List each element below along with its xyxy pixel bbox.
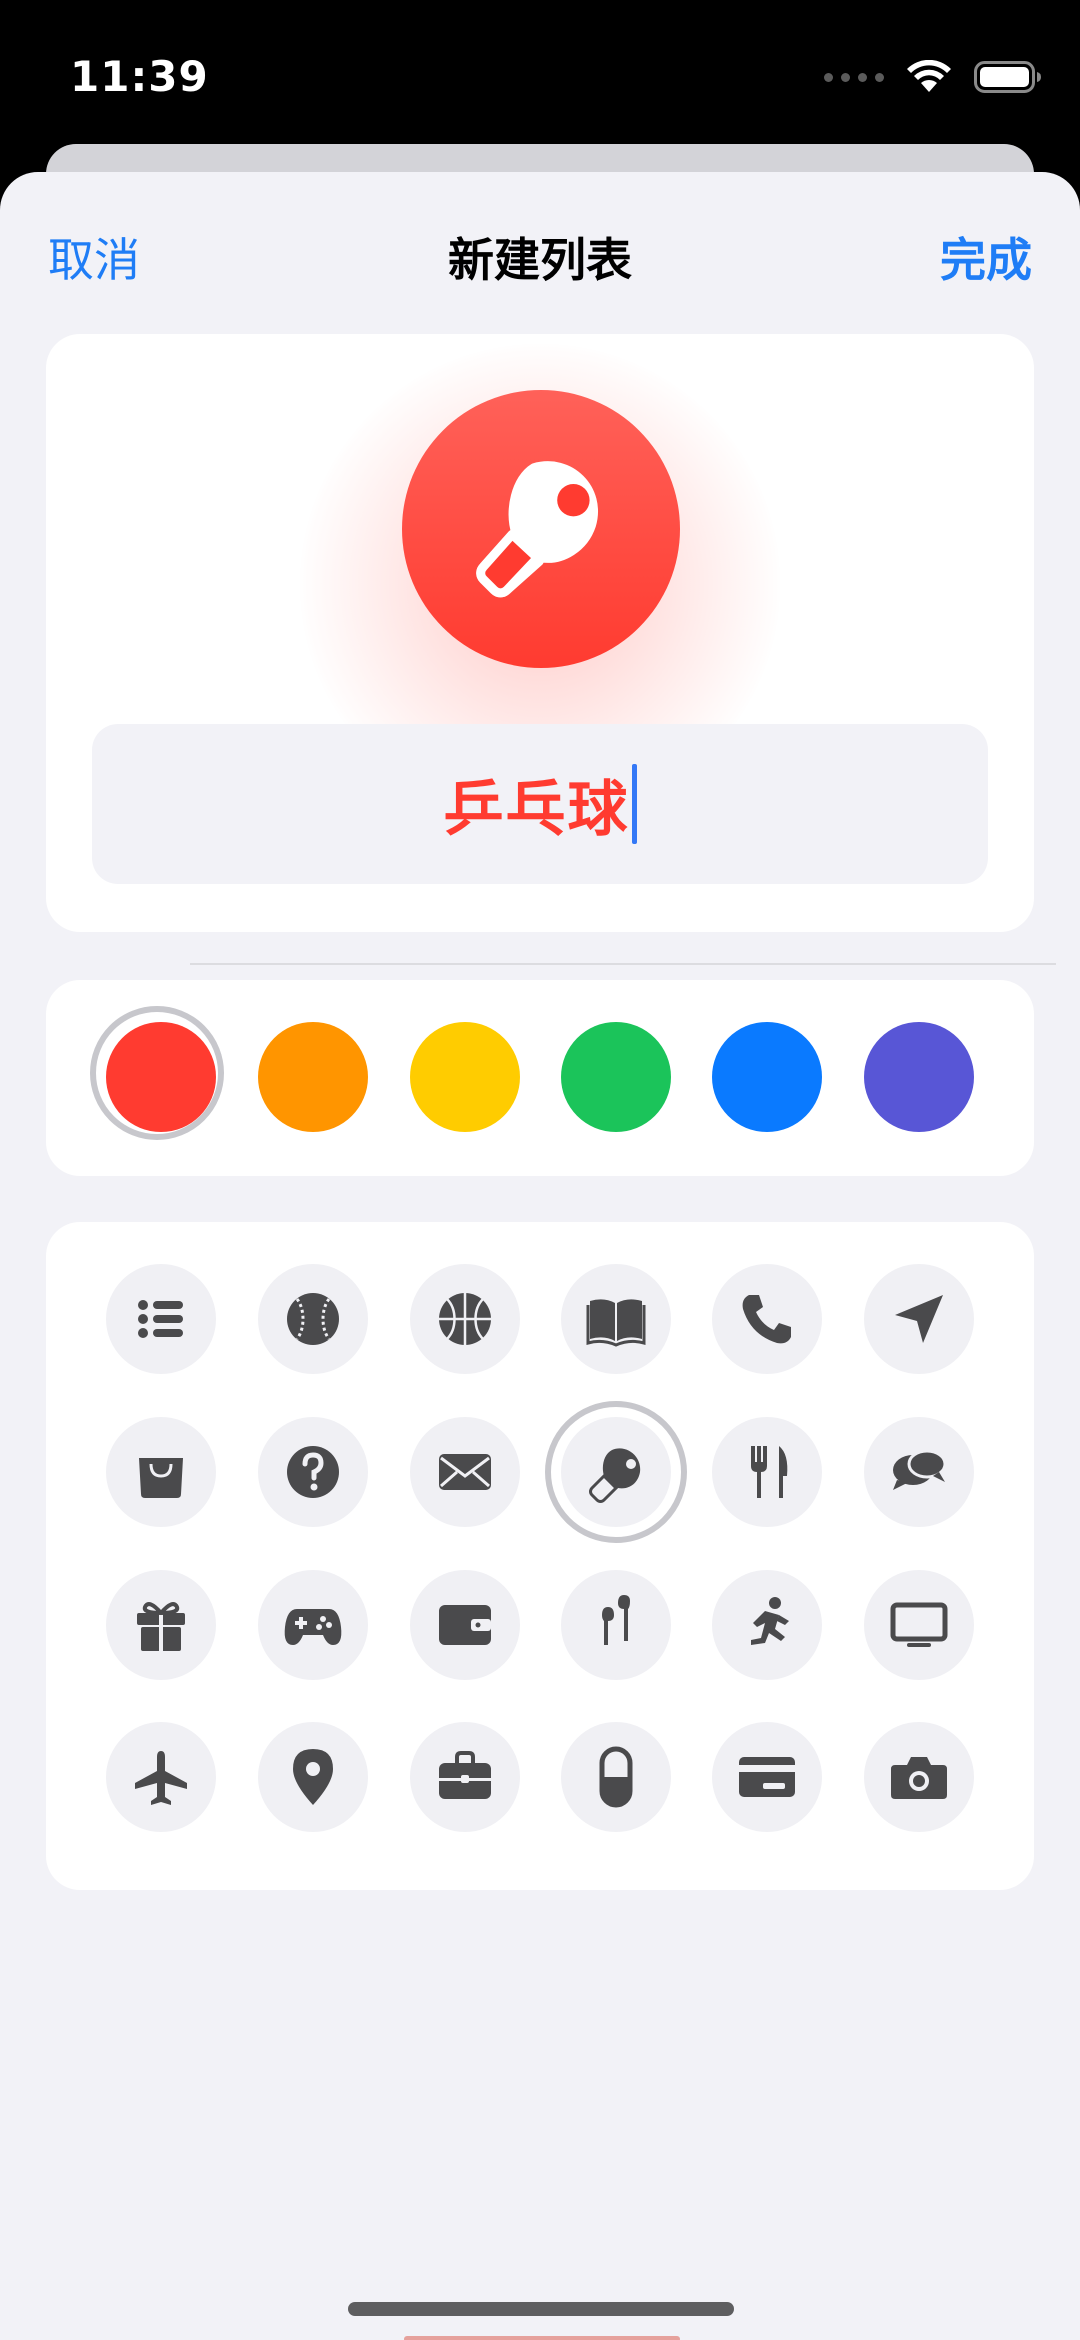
icon-option-wallet[interactable]: [410, 1570, 520, 1680]
done-button[interactable]: 完成: [940, 224, 1032, 290]
icon-option-baseball[interactable]: [258, 1264, 368, 1374]
icon-option-ping-pong-paddle[interactable]: [545, 1401, 687, 1543]
camera-icon: [891, 1757, 947, 1799]
list-icon-preview: [402, 390, 680, 668]
ping-pong-paddle-icon: [476, 461, 598, 598]
color-swatch-red[interactable]: [90, 1006, 224, 1140]
status-icons: [824, 60, 1042, 94]
icon-option-phone[interactable]: [712, 1264, 822, 1374]
color-swatch-row: [46, 980, 1034, 1176]
icon-option-pill[interactable]: [561, 1722, 671, 1832]
airplane-icon: [135, 1751, 187, 1805]
icon-option-chat-bubbles[interactable]: [864, 1417, 974, 1527]
fork-knife-icon: [751, 1446, 788, 1498]
gift-icon: [137, 1602, 185, 1651]
navigation-bar: 新建列表 取消 完成: [0, 172, 1080, 332]
battery-icon: [974, 61, 1041, 93]
basketball-icon: [439, 1293, 491, 1345]
icon-option-location-arrow[interactable]: [864, 1264, 974, 1374]
screen: 11:39 新建列表 取消 完成 乒乓球: [0, 0, 1080, 2340]
color-swatch-purple[interactable]: [864, 1022, 974, 1132]
icon-option-tv[interactable]: [864, 1570, 974, 1680]
icon-option-basketball[interactable]: [410, 1264, 520, 1374]
chat-bubbles-icon: [893, 1449, 947, 1490]
tv-icon: [890, 1602, 948, 1647]
gamepad-icon: [284, 1609, 342, 1645]
color-picker-card: [46, 980, 1034, 1176]
list-name-text: 乒乓球: [443, 774, 630, 845]
icon-option-credit-card[interactable]: [712, 1722, 822, 1832]
icon-option-earbuds[interactable]: [561, 1570, 671, 1680]
location-arrow-icon: [895, 1295, 943, 1343]
icon-option-map-pin[interactable]: [258, 1722, 368, 1832]
shopping-bag-icon: [139, 1458, 183, 1498]
text-cursor: [631, 764, 637, 844]
icon-option-gamepad[interactable]: [258, 1570, 368, 1680]
pill-icon: [599, 1746, 633, 1808]
status-time: 11:39: [70, 52, 209, 101]
ping-pong-paddle-icon: [589, 1448, 641, 1503]
icon-option-shopping-bag[interactable]: [106, 1417, 216, 1527]
earbuds-icon: [602, 1595, 630, 1645]
list-icon: [138, 1300, 183, 1338]
briefcase-icon: [439, 1751, 491, 1799]
status-bar: 11:39: [0, 0, 1080, 150]
icon-option-mail[interactable]: [410, 1417, 520, 1527]
cancel-button[interactable]: 取消: [48, 224, 140, 290]
home-indicator: [348, 2302, 734, 2316]
keyboard-peek: [404, 2336, 680, 2340]
color-swatch-yellow[interactable]: [410, 1022, 520, 1132]
color-swatch-green[interactable]: [561, 1022, 671, 1132]
baseball-icon: [287, 1293, 339, 1345]
divider: [190, 963, 1056, 965]
color-swatch-blue[interactable]: [712, 1022, 822, 1132]
new-list-sheet: 新建列表 取消 完成 乒乓球: [0, 172, 1080, 2340]
icon-picker-card: [46, 1222, 1034, 1890]
color-swatch-orange[interactable]: [258, 1022, 368, 1132]
book-icon: [586, 1299, 646, 1347]
icon-option-book[interactable]: [561, 1264, 671, 1374]
icon-option-running[interactable]: [712, 1570, 822, 1680]
question-icon: [287, 1446, 339, 1498]
list-preview-card: 乒乓球: [46, 334, 1034, 932]
page-title: 新建列表: [448, 233, 632, 287]
phone-icon: [742, 1295, 791, 1344]
map-pin-icon: [293, 1749, 333, 1805]
cellular-signal-icon: [824, 72, 884, 82]
icon-option-question[interactable]: [258, 1417, 368, 1527]
mail-icon: [439, 1454, 491, 1490]
list-name-input[interactable]: 乒乓球: [92, 724, 988, 884]
icon-option-gift[interactable]: [106, 1570, 216, 1680]
icon-option-camera[interactable]: [864, 1722, 974, 1832]
icon-option-briefcase[interactable]: [410, 1722, 520, 1832]
icon-option-airplane[interactable]: [106, 1722, 216, 1832]
wifi-icon: [907, 60, 951, 92]
icon-option-list[interactable]: [106, 1264, 216, 1374]
icon-option-fork-knife[interactable]: [712, 1417, 822, 1527]
credit-card-icon: [739, 1757, 795, 1797]
wallet-icon: [439, 1605, 491, 1645]
running-icon: [751, 1597, 789, 1645]
